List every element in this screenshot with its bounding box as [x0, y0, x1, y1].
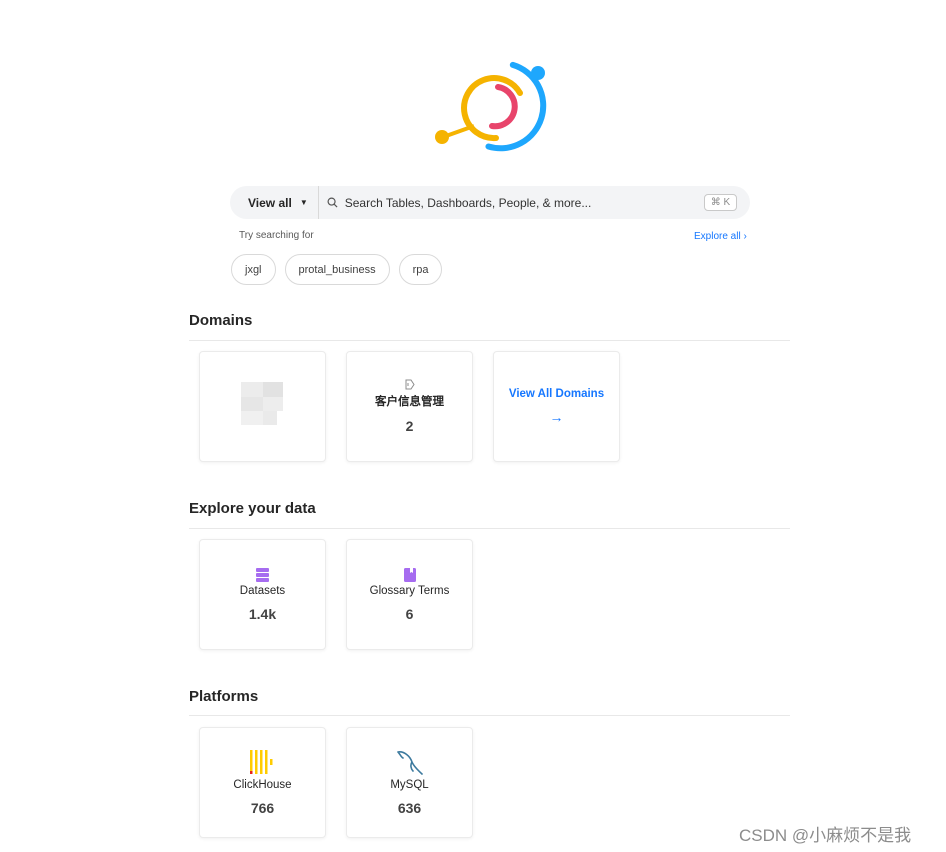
- search-input[interactable]: [342, 194, 704, 211]
- section-divider: [189, 715, 790, 716]
- explore-all-label: Explore all: [694, 231, 741, 242]
- search-bar: View all ▼ ⌘ K: [230, 186, 750, 219]
- explore-card-count: 6: [405, 605, 414, 622]
- domain-card-placeholder[interactable]: [199, 351, 326, 462]
- chevron-right-icon: ›: [743, 231, 747, 242]
- app-logo[interactable]: [430, 58, 550, 158]
- search-input-wrapper: [319, 186, 704, 219]
- caret-down-icon: ▼: [299, 198, 308, 207]
- domain-name: 客户信息管理: [375, 396, 444, 408]
- explore-card-label: Datasets: [239, 584, 286, 597]
- datasets-icon: [256, 567, 269, 582]
- platform-card-mysql[interactable]: MySQL 636: [346, 727, 473, 838]
- suggestion-chips: jxgl protal_business rpa: [231, 254, 443, 285]
- watermark-text: CSDN @小麻烦不是我: [739, 826, 912, 845]
- domain-count: 2: [405, 418, 414, 434]
- search-scope-label: View all: [248, 195, 292, 210]
- section-divider: [189, 528, 790, 529]
- platform-card-count: 766: [250, 799, 275, 816]
- glossary-icon: [403, 567, 416, 582]
- platforms-section-title: Platforms: [189, 688, 259, 705]
- placeholder-image-icon: [240, 381, 283, 425]
- view-all-domains-card[interactable]: View All Domains →: [493, 351, 620, 462]
- logo-icon: [435, 61, 547, 152]
- domain-card[interactable]: 客户信息管理 2: [346, 351, 473, 462]
- section-divider: [189, 340, 790, 341]
- mysql-icon: [396, 750, 423, 775]
- suggestion-chip[interactable]: jxgl: [231, 254, 276, 285]
- platform-card-clickhouse[interactable]: ClickHouse 766: [199, 727, 326, 838]
- search-scope-dropdown[interactable]: View all ▼: [230, 186, 319, 219]
- search-icon: [327, 197, 338, 208]
- keyboard-shortcut-badge: ⌘ K: [704, 194, 737, 211]
- platform-card-label: MySQL: [390, 778, 429, 791]
- explore-card-datasets[interactable]: Datasets 1.4k: [199, 539, 326, 650]
- try-searching-label: Try searching for: [239, 230, 314, 241]
- explore-card-glossary[interactable]: Glossary Terms 6: [346, 539, 473, 650]
- suggestion-chip[interactable]: protal_business: [284, 254, 390, 285]
- domain-icon: [405, 379, 415, 390]
- suggestion-chip[interactable]: rpa: [398, 254, 443, 285]
- arrow-right-icon: →: [549, 409, 564, 425]
- domains-section-title: Domains: [189, 312, 253, 329]
- platform-card-label: ClickHouse: [233, 778, 292, 791]
- platform-card-count: 636: [397, 799, 422, 816]
- explore-all-link[interactable]: Explore all ›: [694, 231, 747, 242]
- clickhouse-icon: [249, 749, 272, 774]
- explore-card-label: Glossary Terms: [369, 584, 450, 597]
- explore-card-count: 1.4k: [248, 605, 277, 622]
- view-all-domains-label: View All Domains: [508, 388, 605, 400]
- explore-section-title: Explore your data: [189, 500, 316, 517]
